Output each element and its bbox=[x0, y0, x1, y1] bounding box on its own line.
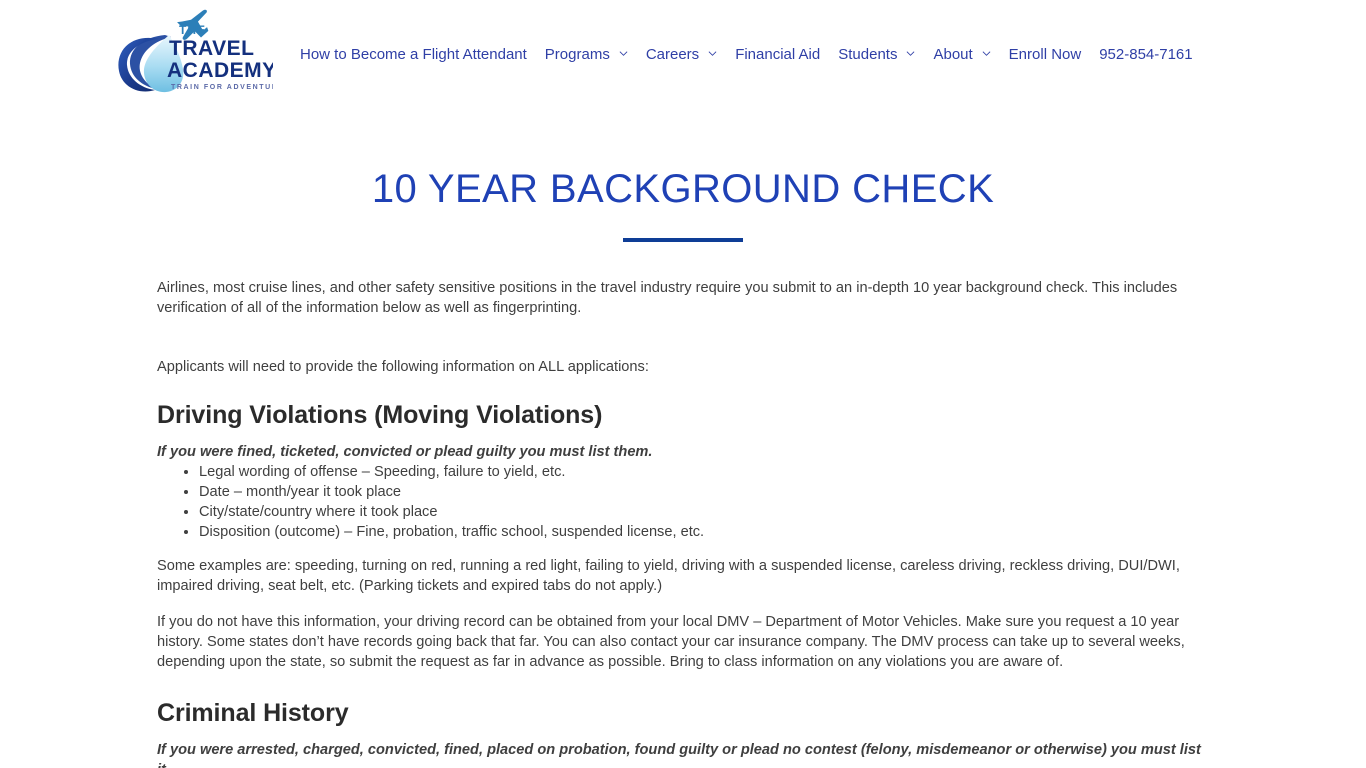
nav-item-label: Enroll Now bbox=[1008, 45, 1082, 63]
chevron-down-icon bbox=[906, 49, 915, 58]
nav-item-students[interactable]: Students bbox=[829, 41, 924, 68]
travel-academy-logo-icon: THE TRAVEL ACADEMY TRAIN FOR ADVENTURE bbox=[118, 9, 273, 93]
section-lede: If you were arrested, charged, convicted… bbox=[157, 742, 1201, 768]
nav-item-about[interactable]: About bbox=[924, 41, 999, 68]
chevron-down-icon bbox=[619, 49, 628, 58]
section-driving-violations: Driving Violations (Moving Violations) I… bbox=[157, 400, 1209, 672]
nav-item-label: Programs bbox=[544, 45, 610, 63]
nav-item-enroll-now[interactable]: Enroll Now bbox=[1000, 41, 1091, 68]
list-item: Disposition (outcome) – Fine, probation,… bbox=[199, 522, 1209, 542]
nav-item-label: Students bbox=[838, 45, 898, 63]
svg-text:TRAIN FOR ADVENTURE: TRAIN FOR ADVENTURE bbox=[171, 84, 273, 91]
nav-item-programs[interactable]: Programs bbox=[536, 41, 637, 68]
page-title-block: 10 YEAR BACKGROUND CHECK bbox=[0, 166, 1366, 242]
nav-item-how-to-become-a-flight-attendant[interactable]: How to Become a Flight Attendant bbox=[291, 41, 536, 68]
intro-paragraph: Airlines, most cruise lines, and other s… bbox=[157, 280, 1178, 316]
section-paragraph: Some examples are: speeding, turning on … bbox=[157, 558, 1180, 594]
svg-text:TRAVEL: TRAVEL bbox=[169, 37, 254, 60]
chevron-down-icon bbox=[982, 49, 991, 58]
section-criminal-history: Criminal History If you were arrested, c… bbox=[157, 698, 1209, 768]
list-item: Legal wording of offense – Speeding, fai… bbox=[199, 462, 1209, 482]
svg-text:THE: THE bbox=[179, 23, 206, 37]
nav-item-label: Financial Aid bbox=[735, 45, 821, 63]
site-logo[interactable]: THE TRAVEL ACADEMY TRAIN FOR ADVENTURE bbox=[113, 9, 273, 99]
section-bullet-list: Legal wording of offense – Speeding, fai… bbox=[157, 462, 1209, 542]
nav-item-label: Careers bbox=[645, 45, 700, 63]
section-lede: If you were fined, ticketed, convicted o… bbox=[157, 444, 653, 460]
section-paragraph: If you do not have this information, you… bbox=[157, 614, 1185, 670]
list-item: City/state/country where it took place bbox=[199, 502, 1209, 522]
svg-text:ACADEMY: ACADEMY bbox=[167, 59, 273, 82]
nav-item-careers[interactable]: Careers bbox=[637, 41, 726, 68]
nav-item-label: About bbox=[933, 45, 973, 63]
nav-item-label: How to Become a Flight Attendant bbox=[300, 45, 527, 63]
nav-item-financial-aid[interactable]: Financial Aid bbox=[726, 41, 829, 68]
section-heading: Driving Violations (Moving Violations) bbox=[157, 401, 603, 429]
page-content: Airlines, most cruise lines, and other s… bbox=[157, 242, 1209, 768]
site-header: THE TRAVEL ACADEMY TRAIN FOR ADVENTURE H… bbox=[0, 0, 1366, 108]
page-title: 10 YEAR BACKGROUND CHECK bbox=[371, 167, 995, 211]
applicants-note: Applicants will need to provide the foll… bbox=[157, 359, 649, 375]
header-phone-number[interactable]: 952-854-7161 bbox=[1090, 40, 1201, 69]
section-heading: Criminal History bbox=[157, 699, 349, 727]
main-navigation: How to Become a Flight Attendant Program… bbox=[291, 40, 1202, 69]
chevron-down-icon bbox=[708, 49, 717, 58]
list-item: Date – month/year it took place bbox=[199, 482, 1209, 502]
